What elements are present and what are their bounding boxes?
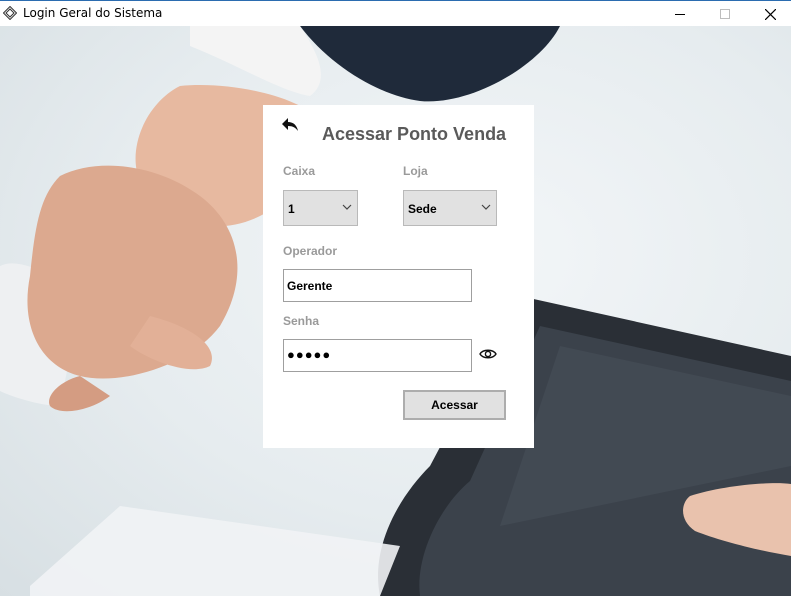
- loja-select[interactable]: Sede: [403, 190, 497, 226]
- diamond-logo-icon: [3, 6, 17, 20]
- chevron-down-icon: [481, 204, 491, 210]
- caixa-label: Caixa: [283, 164, 316, 178]
- acessar-button[interactable]: Acessar: [403, 390, 506, 420]
- senha-value: ●●●●●: [287, 347, 332, 362]
- caixa-value: 1: [288, 202, 295, 216]
- operador-label: Operador: [283, 244, 338, 258]
- minimize-icon: [675, 14, 685, 15]
- loja-value: Sede: [408, 202, 437, 216]
- close-button[interactable]: [747, 1, 791, 27]
- close-icon: [764, 8, 776, 20]
- loja-label: Loja: [403, 164, 428, 178]
- minimize-button[interactable]: [657, 1, 703, 27]
- eye-icon[interactable]: [479, 347, 497, 361]
- senha-label: Senha: [283, 314, 320, 328]
- maximize-icon: [720, 9, 730, 19]
- caixa-select[interactable]: 1: [283, 190, 358, 226]
- operador-value: Gerente: [287, 279, 333, 293]
- operador-input[interactable]: Gerente: [283, 269, 472, 302]
- title-bar: Login Geral do Sistema: [0, 0, 791, 26]
- chevron-down-icon: [342, 204, 352, 210]
- window-title: Login Geral do Sistema: [23, 6, 163, 20]
- page-title: Acessar Ponto Venda: [322, 124, 507, 144]
- login-card: Acessar Ponto Venda Caixa 1 Loja Sede Op…: [263, 105, 534, 448]
- senha-input[interactable]: ●●●●●: [283, 339, 472, 372]
- maximize-button[interactable]: [702, 1, 748, 27]
- undo-arrow-icon[interactable]: [280, 116, 300, 134]
